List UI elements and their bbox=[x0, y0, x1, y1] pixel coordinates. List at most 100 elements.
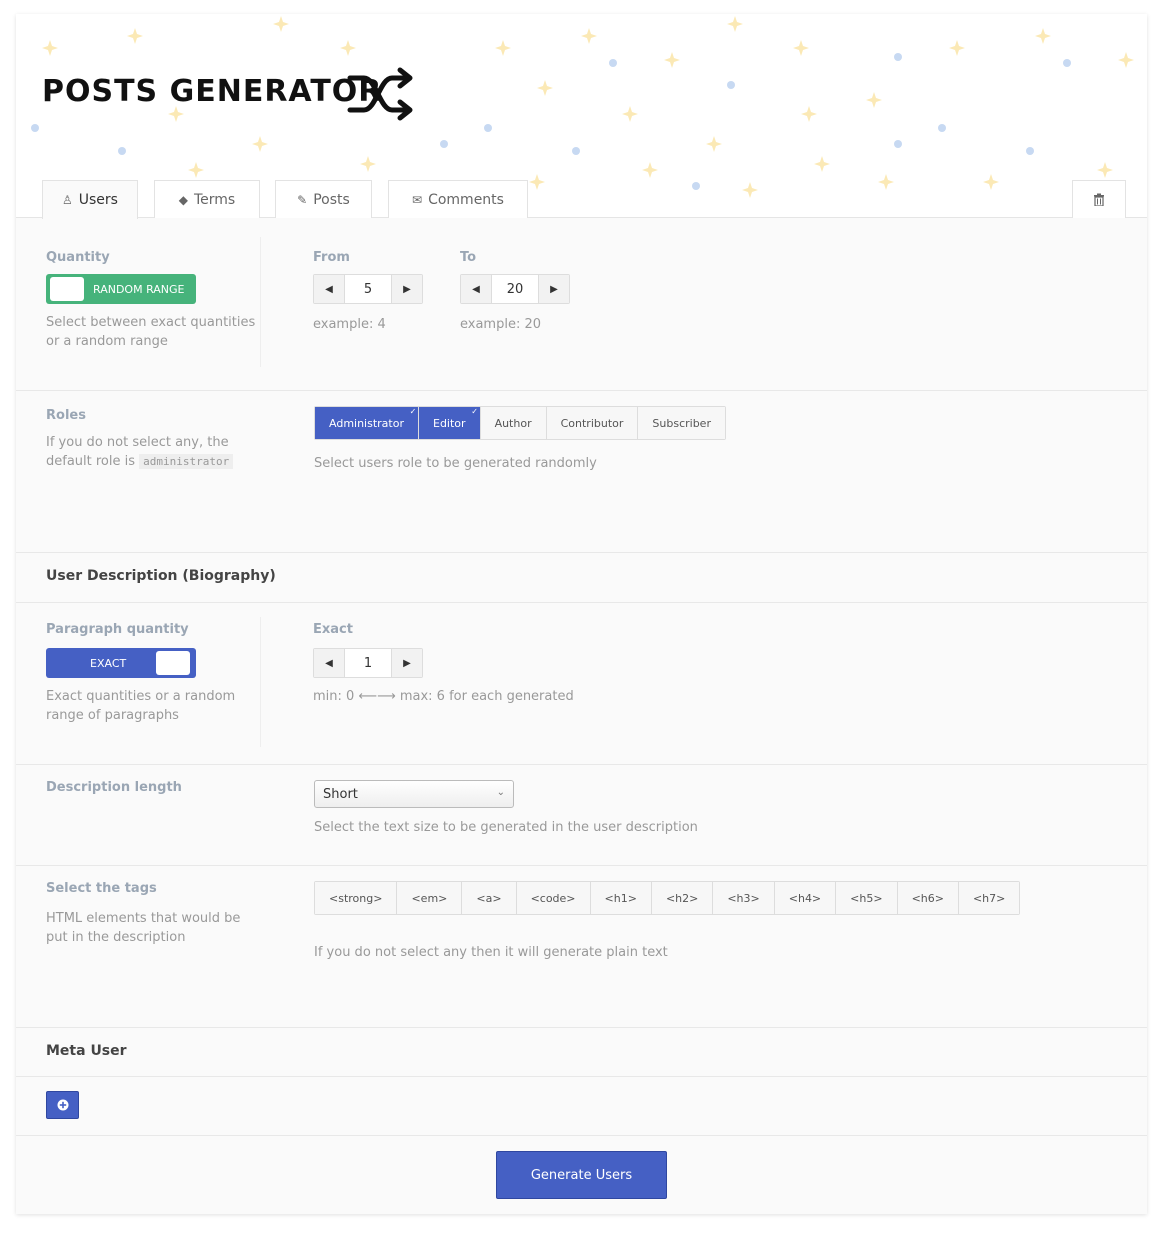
increment-button[interactable]: ▶ bbox=[392, 275, 422, 303]
toggle-label: RANDOM RANGE bbox=[93, 282, 185, 296]
tags-help: HTML elements that would be put in the d… bbox=[46, 911, 241, 945]
tag-em[interactable]: <em> bbox=[397, 882, 463, 914]
toggle-knob bbox=[50, 277, 84, 301]
role-label: Subscriber bbox=[652, 416, 711, 430]
divider bbox=[260, 617, 261, 747]
user-icon: ♙ bbox=[62, 193, 73, 207]
increment-button[interactable]: ▶ bbox=[392, 649, 422, 677]
bio-heading: User Description (Biography) bbox=[46, 568, 276, 584]
tab-label: Posts bbox=[313, 191, 350, 208]
selected-value: Short bbox=[323, 786, 358, 802]
check-icon: ✓ bbox=[408, 407, 418, 417]
role-subscriber[interactable]: Subscriber bbox=[638, 407, 725, 439]
tag-label: <h4> bbox=[788, 891, 822, 905]
roles-help: If you do not select any, the default ro… bbox=[46, 433, 256, 471]
meta-heading: Meta User bbox=[46, 1043, 127, 1059]
exact-value[interactable]: 1 bbox=[344, 649, 392, 677]
tag-label: <h3> bbox=[727, 891, 760, 905]
exact-label: Exact bbox=[313, 622, 353, 637]
desc-length-note: Select the text size to be generated in … bbox=[314, 820, 698, 835]
tag-h4[interactable]: <h4> bbox=[774, 882, 837, 914]
from-value[interactable]: 5 bbox=[344, 275, 392, 303]
tab-posts[interactable]: ✎ Posts bbox=[275, 180, 372, 218]
roles-button-group: Administrator ✓ Editor ✓ Author Contribu… bbox=[314, 406, 726, 440]
comments-icon: ✉ bbox=[412, 192, 423, 207]
tag-label: <h5> bbox=[850, 891, 883, 905]
meta-heading-section: Meta User bbox=[16, 1028, 1147, 1077]
toggle-knob bbox=[156, 651, 190, 675]
role-contributor[interactable]: Contributor bbox=[546, 407, 639, 439]
desc-length-label: Description length bbox=[46, 780, 182, 795]
tab-users[interactable]: ♙ Users bbox=[42, 180, 138, 219]
desc-length-select[interactable]: Short ⌄ bbox=[314, 780, 514, 808]
default-role-code: administrator bbox=[139, 454, 234, 469]
tag-h1[interactable]: <h1> bbox=[590, 882, 652, 914]
decrement-button[interactable]: ◀ bbox=[314, 275, 344, 303]
tag-h7[interactable]: <h7> bbox=[958, 882, 1020, 914]
tab-comments[interactable]: ✉ Comments bbox=[388, 180, 528, 218]
tag-code[interactable]: <code> bbox=[516, 882, 591, 914]
trash-icon bbox=[1094, 193, 1104, 206]
add-meta-button[interactable] bbox=[46, 1091, 79, 1119]
decrement-button[interactable]: ◀ bbox=[461, 275, 491, 303]
increment-button[interactable]: ▶ bbox=[539, 275, 569, 303]
to-example: example: 20 bbox=[460, 317, 542, 332]
exact-toggle[interactable]: EXACT bbox=[46, 648, 196, 678]
role-administrator[interactable]: Administrator ✓ bbox=[315, 407, 419, 439]
tab-terms[interactable]: ◆ Terms bbox=[154, 180, 260, 218]
tags-icon: ◆ bbox=[178, 192, 188, 207]
check-icon: ✓ bbox=[469, 407, 480, 417]
plus-circle-icon bbox=[57, 1099, 68, 1111]
to-stepper[interactable]: ◀ 20 ▶ bbox=[460, 274, 570, 304]
role-author[interactable]: Author bbox=[480, 407, 547, 439]
quantity-label: Quantity bbox=[46, 250, 110, 265]
tag-h6[interactable]: <h6> bbox=[897, 882, 959, 914]
tag-h5[interactable]: <h5> bbox=[836, 882, 898, 914]
trash-button[interactable] bbox=[1072, 180, 1126, 218]
roles-section: Roles If you do not select any, the defa… bbox=[16, 391, 1147, 553]
bio-heading-section: User Description (Biography) bbox=[16, 553, 1147, 603]
tag-h2[interactable]: <h2> bbox=[651, 882, 714, 914]
tag-label: <h2> bbox=[665, 891, 699, 905]
tag-strong[interactable]: <strong> bbox=[315, 882, 398, 914]
paragraph-help: Exact quantities or a random range of pa… bbox=[46, 689, 236, 723]
tag-h3[interactable]: <h3> bbox=[713, 882, 775, 914]
edit-icon: ✎ bbox=[297, 192, 308, 207]
tab-label: Users bbox=[78, 192, 118, 208]
role-label: Editor bbox=[433, 416, 466, 430]
roles-label: Roles bbox=[46, 408, 86, 423]
roles-note: Select users role to be generated random… bbox=[314, 456, 597, 471]
tags-note: If you do not select any then it will ge… bbox=[314, 945, 668, 960]
tags-label: Select the tags bbox=[46, 881, 157, 896]
to-label: To bbox=[460, 250, 477, 265]
tag-label: <code> bbox=[530, 891, 576, 905]
decrement-button[interactable]: ◀ bbox=[314, 649, 344, 677]
to-value[interactable]: 20 bbox=[491, 275, 539, 303]
tag-label: <strong> bbox=[329, 891, 383, 905]
quantity-help: Select between exact quantities or a ran… bbox=[46, 315, 256, 349]
random-range-toggle[interactable]: RANDOM RANGE bbox=[46, 274, 196, 304]
desc-length-section: Description length Short ⌄ Select the te… bbox=[16, 765, 1147, 866]
quantity-section: Quantity RANDOM RANGE Select between exa… bbox=[16, 219, 1147, 391]
tag-label: <a> bbox=[476, 891, 502, 905]
tag-a[interactable]: <a> bbox=[462, 882, 517, 914]
generator-panel: POSTS GENERATOR ♙ Users ◆ Terms ✎ Posts … bbox=[16, 14, 1147, 1214]
role-editor[interactable]: Editor ✓ bbox=[419, 407, 481, 439]
tags-section: Select the tags HTML elements that would… bbox=[16, 866, 1147, 1028]
tag-label: <h7> bbox=[972, 891, 1006, 905]
brand-title: POSTS GENERATOR bbox=[42, 74, 383, 109]
paragraph-section: Paragraph quantity EXACT Exact quantitie… bbox=[16, 603, 1147, 765]
role-label: Contributor bbox=[560, 416, 624, 430]
role-label: Administrator bbox=[329, 416, 404, 430]
tab-label: Terms bbox=[194, 191, 236, 208]
role-label: Author bbox=[494, 416, 532, 430]
toggle-label: EXACT bbox=[90, 656, 127, 670]
tab-label: Comments bbox=[428, 191, 504, 208]
meta-section bbox=[16, 1077, 1147, 1136]
tab-bar: ♙ Users ◆ Terms ✎ Posts ✉ Comments bbox=[16, 180, 1147, 219]
exact-stepper[interactable]: ◀ 1 ▶ bbox=[313, 648, 423, 678]
from-label: From bbox=[313, 250, 350, 265]
from-stepper[interactable]: ◀ 5 ▶ bbox=[313, 274, 423, 304]
tag-label: <h6> bbox=[911, 891, 944, 905]
generate-users-button[interactable]: Generate Users bbox=[496, 1151, 667, 1199]
